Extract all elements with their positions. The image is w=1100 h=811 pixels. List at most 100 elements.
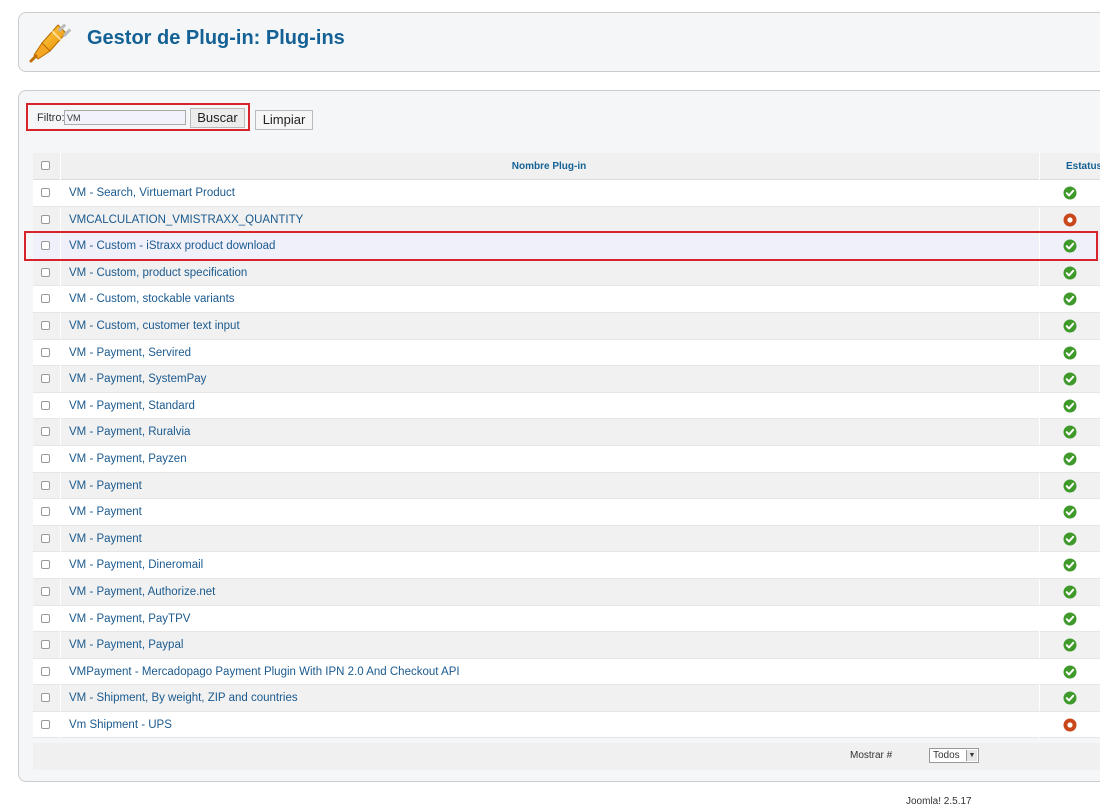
disabled-icon[interactable]: [1063, 213, 1077, 227]
row-checkbox[interactable]: [41, 666, 50, 676]
enabled-check-icon[interactable]: [1063, 505, 1077, 519]
enabled-check-icon[interactable]: [1063, 292, 1077, 306]
filter-input[interactable]: [64, 110, 186, 125]
page-title: Gestor de Plug-in: Plug-ins: [87, 27, 345, 49]
row-checkbox[interactable]: [41, 347, 50, 357]
plugin-name-link[interactable]: VMCALCULATION_VMISTRAXX_QUANTITY: [69, 207, 303, 233]
chevron-down-icon[interactable]: ▼: [966, 750, 977, 761]
enabled-check-icon[interactable]: [1063, 266, 1077, 280]
plugin-name-link[interactable]: VM - Payment, Ruralvia: [69, 419, 190, 445]
row-checkbox[interactable]: [41, 560, 50, 570]
table-row[interactable]: VM - Custom, product specification: [33, 259, 1100, 287]
row-checkbox[interactable]: [41, 453, 50, 463]
clear-button[interactable]: Limpiar: [255, 110, 313, 130]
column-divider: [60, 472, 61, 499]
enabled-check-icon[interactable]: [1063, 452, 1077, 466]
plugin-name-link[interactable]: VM - Payment: [69, 526, 142, 552]
row-checkbox[interactable]: [41, 480, 50, 490]
table-row[interactable]: VM - Payment, Dineromail: [33, 552, 1100, 579]
plugin-name-link[interactable]: VMPayment - Mercadopago Payment Plugin W…: [69, 659, 460, 685]
table-row[interactable]: VM - Payment: [33, 499, 1100, 526]
table-row[interactable]: VM - Payment, Servired: [33, 339, 1100, 367]
enabled-check-icon[interactable]: [1063, 479, 1077, 493]
enabled-check-icon[interactable]: [1063, 665, 1077, 679]
plugin-name-link[interactable]: VM - Payment: [69, 499, 142, 525]
table-row[interactable]: VM - Payment, Authorize.net: [33, 578, 1100, 606]
plugin-name-link[interactable]: VM - Custom - iStraxx product download: [69, 233, 275, 259]
table-row[interactable]: VM - Shipment, By weight, ZIP and countr…: [33, 685, 1100, 712]
enabled-check-icon[interactable]: [1063, 186, 1077, 200]
plugin-name-link[interactable]: VM - Search, Virtuemart Product: [69, 180, 235, 206]
table-row[interactable]: VM - Payment, Standard: [33, 392, 1100, 420]
column-header-status[interactable]: Estatus: [1039, 153, 1100, 180]
enabled-check-icon[interactable]: [1063, 372, 1077, 386]
table-row[interactable]: VM - Payment, Payzen: [33, 445, 1100, 473]
plugins-table: Nombre Plug-in Estatus VM - Search, Virt…: [33, 153, 1100, 739]
table-row[interactable]: Vm Shipment - UPS: [33, 711, 1100, 739]
column-divider: [1039, 578, 1040, 605]
table-row[interactable]: VMCALCULATION_VMISTRAXX_QUANTITY: [33, 206, 1100, 234]
table-row[interactable]: VM - Payment, PayTPV: [33, 605, 1100, 633]
table-row[interactable]: VM - Payment, Ruralvia: [33, 419, 1100, 446]
plugin-name-link[interactable]: VM - Payment, Authorize.net: [69, 579, 215, 605]
plugin-name-link[interactable]: VM - Custom, product specification: [69, 260, 247, 286]
enabled-check-icon[interactable]: [1063, 399, 1077, 413]
plugin-name-link[interactable]: VM - Payment, Standard: [69, 393, 195, 419]
column-divider: [1039, 286, 1040, 313]
row-checkbox[interactable]: [41, 374, 50, 384]
plugin-name-link[interactable]: Vm Shipment - UPS: [69, 712, 172, 738]
table-row[interactable]: VM - Payment: [33, 525, 1100, 553]
row-checkbox[interactable]: [41, 188, 50, 197]
table-row[interactable]: VM - Search, Virtuemart Product: [33, 180, 1100, 207]
row-checkbox[interactable]: [41, 719, 50, 729]
table-row[interactable]: VM - Custom, customer text input: [33, 312, 1100, 340]
search-button[interactable]: Buscar: [190, 108, 245, 128]
footer-version: Joomla! 2.5.17: [906, 796, 972, 807]
enabled-check-icon[interactable]: [1063, 346, 1077, 360]
enabled-check-icon[interactable]: [1063, 425, 1077, 439]
row-checkbox[interactable]: [41, 640, 50, 650]
plugin-name-link[interactable]: VM - Payment, Servired: [69, 340, 191, 366]
enabled-check-icon[interactable]: [1063, 558, 1077, 572]
table-row[interactable]: VMPayment - Mercadopago Payment Plugin W…: [33, 658, 1100, 686]
row-checkbox[interactable]: [41, 533, 50, 543]
plugin-name-link[interactable]: VM - Shipment, By weight, ZIP and countr…: [69, 685, 298, 711]
limit-select[interactable]: Todos ▼: [929, 748, 979, 763]
row-checkbox[interactable]: [41, 294, 50, 304]
disabled-icon[interactable]: [1063, 718, 1077, 732]
enabled-check-icon[interactable]: [1063, 638, 1077, 652]
plugin-name-link[interactable]: VM - Payment, PayTPV: [69, 606, 190, 632]
table-row[interactable]: VM - Payment: [33, 472, 1100, 500]
plugin-name-link[interactable]: VM - Payment, Dineromail: [69, 552, 203, 578]
enabled-check-icon[interactable]: [1063, 319, 1077, 333]
table-row[interactable]: VM - Payment, Paypal: [33, 632, 1100, 659]
row-checkbox[interactable]: [41, 241, 50, 251]
enabled-check-icon[interactable]: [1063, 691, 1077, 705]
row-checkbox[interactable]: [41, 613, 50, 623]
plugin-name-link[interactable]: VM - Custom, customer text input: [69, 313, 240, 339]
row-checkbox[interactable]: [41, 267, 50, 277]
row-checkbox[interactable]: [41, 586, 50, 596]
plugin-name-link[interactable]: VM - Payment, Paypal: [69, 632, 183, 658]
enabled-check-icon[interactable]: [1063, 585, 1077, 599]
table-row[interactable]: VM - Custom - iStraxx product download: [33, 233, 1100, 260]
table-row[interactable]: VM - Custom, stockable variants: [33, 286, 1100, 313]
column-divider: [60, 711, 61, 738]
row-checkbox[interactable]: [41, 214, 50, 224]
plugin-name-link[interactable]: VM - Payment, SystemPay: [69, 366, 206, 392]
row-checkbox[interactable]: [41, 400, 50, 410]
table-row[interactable]: VM - Payment, SystemPay: [33, 366, 1100, 393]
select-all-checkbox[interactable]: [41, 161, 50, 170]
row-checkbox[interactable]: [41, 427, 50, 437]
plugin-name-link[interactable]: VM - Payment, Payzen: [69, 446, 187, 472]
row-checkbox[interactable]: [41, 693, 50, 703]
row-checkbox[interactable]: [41, 507, 50, 517]
plugin-name-link[interactable]: VM - Payment: [69, 473, 142, 499]
enabled-check-icon[interactable]: [1063, 532, 1077, 546]
plugin-name-link[interactable]: VM - Custom, stockable variants: [69, 286, 235, 312]
row-checkbox[interactable]: [41, 320, 50, 330]
enabled-check-icon[interactable]: [1063, 612, 1077, 626]
pagination-bar: Mostrar # Todos ▼: [33, 743, 1100, 770]
column-header-name[interactable]: Nombre Plug-in: [60, 153, 1037, 180]
enabled-check-icon[interactable]: [1063, 239, 1077, 253]
